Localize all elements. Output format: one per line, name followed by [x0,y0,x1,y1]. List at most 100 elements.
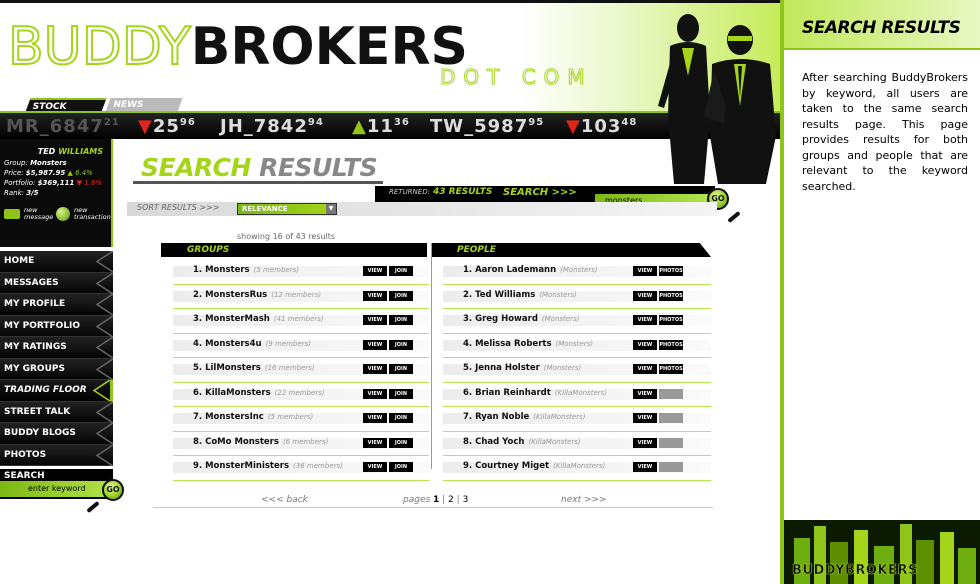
user-rank-value: 3/5 [26,189,39,197]
result-subtitle: (Monsters) [541,315,580,323]
view-button[interactable]: VIEW [363,290,387,301]
person-name[interactable]: 8. Chad Yoch (KillaMonsters) [463,437,581,447]
nav-item-buddy-blogs[interactable]: BUDDY BLOGS [0,423,113,445]
join-button[interactable]: JOIN [389,437,413,448]
result-subtitle: (9 members) [265,339,311,348]
view-button[interactable]: VIEW [363,266,387,276]
view-button[interactable]: VIEW [363,437,387,448]
photos-button[interactable]: PHOTOS [659,339,683,350]
user-portfolio-value: $369,111 [37,179,75,187]
group-name[interactable]: 1. Monsters (5 members) [193,265,299,275]
people-list: 1. Aaron Lademann (Monsters) VIEW PHOTOS 2. … [443,263,711,481]
group-name[interactable]: 8. CoMo Monsters (6 members) [193,437,328,447]
transaction-icon [56,207,70,221]
photos-button[interactable]: PHOTOS [659,315,683,325]
group-name[interactable]: 5. LilMonsters (16 members) [193,363,315,373]
group-name[interactable]: 6. KillaMonsters (22 members) [193,388,324,398]
result-subtitle: (Monsters) [543,364,582,372]
view-button[interactable]: VIEW [633,290,657,301]
page-link-1[interactable]: 1 [433,495,439,505]
back-link[interactable]: <<< back [261,495,308,505]
view-button[interactable]: VIEW [363,413,387,423]
group-name[interactable]: 3. MonsterMash (41 members) [193,314,324,324]
nav-item-my-profile[interactable]: MY PROFILE [0,294,113,316]
result-title: 2. Ted Williams [463,289,536,300]
view-button[interactable]: VIEW [633,413,657,423]
person-name[interactable]: 2. Ted Williams (Monsters) [463,290,577,300]
view-button[interactable]: VIEW [633,437,657,448]
join-button[interactable]: JOIN [389,364,413,374]
view-button[interactable]: VIEW [633,388,657,399]
join-button[interactable]: JOIN [389,413,413,423]
nav-item-home[interactable]: HOME [0,251,113,273]
view-button[interactable]: VIEW [633,339,657,350]
nav-item-my-ratings[interactable]: MY RATINGS [0,337,113,359]
arrow-down-icon: ▼ [566,116,581,137]
group-name[interactable]: 4. Monsters4u (9 members) [193,339,311,349]
page-title: SEARCH RESULTS [141,153,378,182]
photos-button[interactable]: PHOTOS [659,364,683,374]
group-name[interactable]: 7. MonstersInc (5 members) [193,412,313,422]
nav-item-label: MY PORTFOLIO [4,320,81,331]
join-button[interactable]: JOIN [389,315,413,325]
nav-item-my-portfolio[interactable]: MY PORTFOLIO [0,315,113,337]
tab-stock-ticker[interactable]: STOCK TICKER [25,98,107,112]
page-link-3[interactable]: 3 [463,495,469,505]
person-name[interactable]: 9. Courtney Miget (KillaMonsters) [463,461,605,471]
photos-button[interactable] [659,413,683,423]
user-price-change: 6.4% [75,169,93,177]
result-subtitle: (KillaMonsters) [553,462,606,470]
new-transaction-button[interactable]: new transaction [56,207,112,223]
nav-item-label: MESSAGES [4,277,59,288]
view-button[interactable]: VIEW [363,339,387,350]
sort-select[interactable]: RELEVANCE ▼ [237,203,337,215]
next-link[interactable]: next >>> [561,495,607,505]
photos-button[interactable] [659,388,683,399]
nav-item-my-groups[interactable]: MY GROUPS [0,358,113,380]
site-logo[interactable]: BUDDYBROKERS [7,20,468,74]
result-title: 5. Jenna Holster [463,363,540,373]
view-button[interactable]: VIEW [633,266,657,276]
join-button[interactable]: JOIN [389,462,413,472]
view-button[interactable]: VIEW [363,315,387,325]
page-link-2[interactable]: 2 [448,495,454,505]
ticker-symbol: MR_684721 [6,116,120,137]
join-button[interactable]: JOIN [389,290,413,301]
nav-item-trading-floor[interactable]: TRADING FLOOR [0,380,113,402]
page-title-part2: RESULTS [259,153,378,182]
join-button[interactable]: JOIN [389,388,413,399]
view-button[interactable]: VIEW [363,388,387,399]
view-button[interactable]: VIEW [633,315,657,325]
nav-item-label: BUDDY BLOGS [4,428,76,438]
view-button[interactable]: VIEW [363,462,387,472]
nav-item-photos[interactable]: PHOTOS [0,444,113,466]
person-name[interactable]: 6. Brian Reinhardt (KillaMonsters) [463,388,607,398]
view-button[interactable]: VIEW [633,462,657,472]
photos-button[interactable]: PHOTOS [659,266,683,276]
join-button[interactable]: JOIN [389,266,413,276]
group-name[interactable]: 2. MonstersRus (12 members) [193,290,321,300]
join-button[interactable]: JOIN [389,339,413,350]
view-button[interactable]: VIEW [633,364,657,374]
view-button[interactable]: VIEW [363,364,387,374]
nav-item-street-talk[interactable]: STREET TALK [0,401,113,423]
photos-button[interactable]: PHOTOS [659,290,683,301]
user-name[interactable]: TED WILLIAMS [38,147,103,156]
photos-button[interactable] [659,462,683,472]
person-name[interactable]: 4. Melissa Roberts (Monsters) [463,339,593,349]
ticker-value: 11 [366,116,394,137]
person-name[interactable]: 7. Ryan Noble (KillaMonsters) [463,412,585,422]
person-name[interactable]: 5. Jenna Holster (Monsters) [463,363,581,373]
tab-news-ticker[interactable]: NEWS TICKER [105,98,183,112]
nav-item-messages[interactable]: MESSAGES [0,272,113,294]
main-content: SEARCH RESULTS RETURNED: 43 RESULTS SEAR… [113,139,780,584]
new-message-button[interactable]: new message [4,207,54,223]
person-name[interactable]: 1. Aaron Lademann (Monsters) [463,265,598,275]
person-name[interactable]: 3. Greg Howard (Monsters) [463,314,579,324]
photos-button[interactable] [659,437,683,448]
result-subtitle: (Monsters) [555,339,593,348]
person-row: 3. Greg Howard (Monsters) VIEW PHOTOS [443,312,711,337]
group-name[interactable]: 9. MonsterMinisters (36 members) [193,461,343,471]
user-group-value: Monsters [30,159,67,167]
result-title: 6. KillaMonsters [193,387,271,398]
